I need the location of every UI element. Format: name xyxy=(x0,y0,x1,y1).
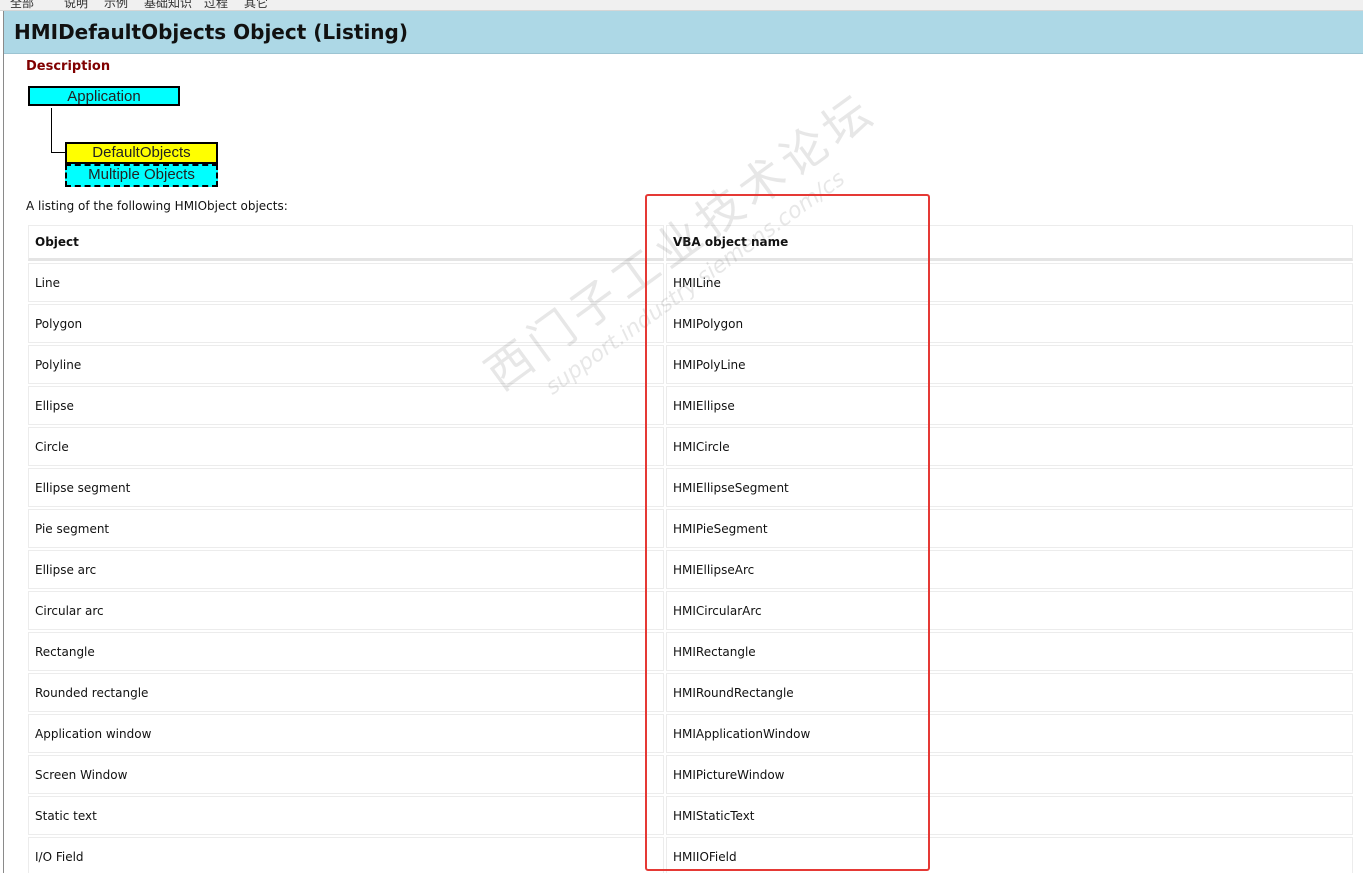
object-cell: Rectangle xyxy=(28,632,664,671)
table-header-row: Object VBA object name xyxy=(28,225,1353,261)
table-row: Circular arc HMICircularArc xyxy=(28,591,1353,630)
table-row: Line HMILine xyxy=(28,263,1353,302)
column-header-vba-name: VBA object name xyxy=(666,225,1353,261)
object-cell: Pie segment xyxy=(28,509,664,548)
table-row: I/O Field HMIIOField xyxy=(28,837,1353,873)
vba-name-cell: HMIStaticText xyxy=(666,796,1353,835)
object-cell: Ellipse segment xyxy=(28,468,664,507)
vba-name-cell: HMIEllipseSegment xyxy=(666,468,1353,507)
window-left-border xyxy=(3,0,4,873)
nav-item-basics[interactable]: 基础知识 xyxy=(144,0,192,10)
page-title: HMIDefaultObjects Object (Listing) xyxy=(14,20,408,44)
object-cell: Circular arc xyxy=(28,591,664,630)
object-cell: I/O Field xyxy=(28,837,664,873)
table-row: Ellipse HMIEllipse xyxy=(28,386,1353,425)
diagram-defaultobjects-box: DefaultObjects xyxy=(65,142,218,164)
table-row: Static text HMIStaticText xyxy=(28,796,1353,835)
table-row: Rectangle HMIRectangle xyxy=(28,632,1353,671)
objects-table: Object VBA object name Line HMILine Polyg… xyxy=(26,223,1355,873)
vba-name-cell: HMIRoundRectangle xyxy=(666,673,1353,712)
object-cell: Circle xyxy=(28,427,664,466)
object-cell: Polygon xyxy=(28,304,664,343)
table-row: Screen Window HMIPictureWindow xyxy=(28,755,1353,794)
table-row: Polygon HMIPolygon xyxy=(28,304,1353,343)
listing-intro-text: A listing of the following HMIObject obj… xyxy=(26,199,288,213)
vba-name-cell: HMIPolygon xyxy=(666,304,1353,343)
object-cell: Line xyxy=(28,263,664,302)
diagram-connector-vertical xyxy=(51,108,52,153)
object-cell: Polyline xyxy=(28,345,664,384)
table-row: Ellipse segment HMIEllipseSegment xyxy=(28,468,1353,507)
object-cell: Ellipse arc xyxy=(28,550,664,589)
vba-name-cell: HMIPictureWindow xyxy=(666,755,1353,794)
nav-item-process[interactable]: 过程 xyxy=(204,0,228,10)
table-row: Ellipse arc HMIEllipseArc xyxy=(28,550,1353,589)
nav-item-description[interactable]: 说明 xyxy=(64,0,88,10)
table-row: Rounded rectangle HMIRoundRectangle xyxy=(28,673,1353,712)
object-cell: Ellipse xyxy=(28,386,664,425)
vba-name-cell: HMIPolyLine xyxy=(666,345,1353,384)
table-row: Circle HMICircle xyxy=(28,427,1353,466)
vba-name-cell: HMICircularArc xyxy=(666,591,1353,630)
object-cell: Screen Window xyxy=(28,755,664,794)
object-cell: Rounded rectangle xyxy=(28,673,664,712)
diagram-application-box[interactable]: Application xyxy=(28,86,180,106)
top-nav-bar: 全部 说明 示例 基础知识 过程 其它 xyxy=(0,0,1363,11)
diagram-multipleobjects-box[interactable]: Multiple Objects xyxy=(65,164,218,187)
vba-name-cell: HMIEllipse xyxy=(666,386,1353,425)
table-row: Pie segment HMIPieSegment xyxy=(28,509,1353,548)
vba-name-cell: HMILine xyxy=(666,263,1353,302)
help-page: 全部 说明 示例 基础知识 过程 其它 HMIDefaultObjects Ob… xyxy=(0,0,1363,873)
description-heading: Description xyxy=(26,59,111,74)
title-bar: HMIDefaultObjects Object (Listing) xyxy=(4,11,1363,54)
object-cell: Static text xyxy=(28,796,664,835)
vba-name-cell: HMIRectangle xyxy=(666,632,1353,671)
vba-name-cell: HMIApplicationWindow xyxy=(666,714,1353,753)
nav-item-other[interactable]: 其它 xyxy=(244,0,268,10)
table-row: Polyline HMIPolyLine xyxy=(28,345,1353,384)
nav-item-example[interactable]: 示例 xyxy=(104,0,128,10)
nav-item-all[interactable]: 全部 xyxy=(10,0,34,10)
vba-name-cell: HMIPieSegment xyxy=(666,509,1353,548)
vba-name-cell: HMIIOField xyxy=(666,837,1353,873)
vba-name-cell: HMICircle xyxy=(666,427,1353,466)
column-header-object: Object xyxy=(28,225,664,261)
table-row: Application window HMIApplicationWindow xyxy=(28,714,1353,753)
object-cell: Application window xyxy=(28,714,664,753)
diagram-connector-horizontal xyxy=(51,152,66,153)
vba-name-cell: HMIEllipseArc xyxy=(666,550,1353,589)
